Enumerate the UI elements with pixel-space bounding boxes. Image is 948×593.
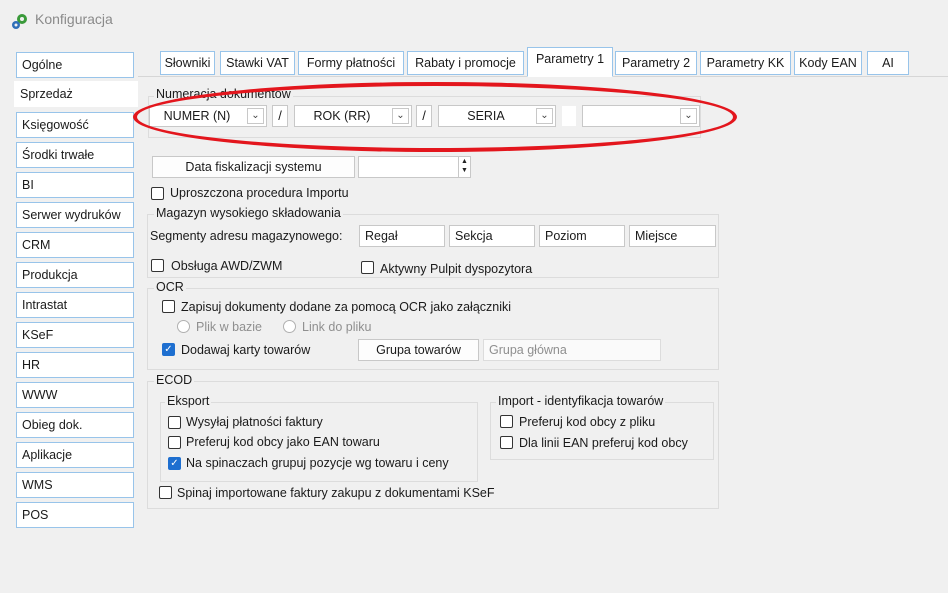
plik-w-bazie-label: Plik w bazie [196, 320, 262, 334]
uproszczona-checkbox[interactable] [151, 187, 164, 200]
sidebar-item-hr[interactable]: HR [16, 352, 134, 378]
tab-ai[interactable]: AI [867, 51, 909, 75]
segment-miejsce-input[interactable]: Miejsce [629, 225, 716, 247]
grupuj-pozycje-label: Na spinaczach grupuj pozycje wg towaru i… [186, 456, 449, 470]
sidebar-item-ogolne[interactable]: Ogólne [16, 52, 134, 78]
sidebar-item-wms[interactable]: WMS [16, 472, 134, 498]
tab-formy-platnosci[interactable]: Formy płatności [298, 51, 404, 75]
dla-linii-ean-checkbox[interactable] [500, 436, 513, 449]
awd-zwm-label: Obsługa AWD/ZWM [171, 259, 283, 273]
sidebar-item-sprzedaz[interactable]: Sprzedaż [14, 81, 138, 107]
segment-sekcja-input[interactable]: Sekcja [449, 225, 535, 247]
preferuj-kod-z-pliku-checkbox[interactable] [500, 415, 513, 428]
data-fiskalizacji-input[interactable]: ▲ ▼ [358, 156, 471, 178]
sidebar-item-obieg-dok[interactable]: Obieg dok. [16, 412, 134, 438]
title-bar: Konfiguracja [0, 0, 948, 40]
preferuj-kod-ean-checkbox[interactable] [168, 436, 181, 449]
dodawaj-karty-checkbox[interactable]: ✓ [162, 343, 175, 356]
sidebar-item-www[interactable]: WWW [16, 382, 134, 408]
import-group [490, 402, 714, 460]
tab-slowniki[interactable]: Słowniki [160, 51, 215, 75]
sidebar-item-bi[interactable]: BI [16, 172, 134, 198]
eksport-legend: Eksport [165, 394, 212, 408]
preferuj-kod-ean-label: Preferuj kod obcy jako EAN towaru [186, 435, 380, 449]
highlight-annotation [133, 82, 737, 152]
zapisuj-ocr-checkbox[interactable] [162, 300, 175, 313]
sidebar-item-crm[interactable]: CRM [16, 232, 134, 258]
wysylaj-platnosci-checkbox[interactable] [168, 416, 181, 429]
import-legend: Import - identyfikacja towarów [496, 394, 666, 408]
spinaj-faktury-checkbox[interactable] [159, 486, 172, 499]
preferuj-kod-z-pliku-label: Preferuj kod obcy z pliku [519, 415, 656, 429]
spinaj-faktury-label: Spinaj importowane faktury zakupu z doku… [177, 486, 495, 500]
segmenty-label: Segmenty adresu magazynowego: [150, 229, 343, 243]
zapisuj-ocr-label: Zapisuj dokumenty dodane za pomocą OCR j… [181, 300, 512, 314]
grupa-towarow-input[interactable]: Grupa główna [483, 339, 661, 361]
tab-stawki-vat[interactable]: Stawki VAT [220, 51, 295, 75]
dla-linii-ean-label: Dla linii EAN preferuj kod obcy [519, 436, 688, 450]
magazyn-legend: Magazyn wysokiego składowania [154, 206, 343, 220]
sidebar-item-serwer-wydrukow[interactable]: Serwer wydruków [16, 202, 134, 228]
pulpit-dyspozytora-label: Aktywny Pulpit dyspozytora [380, 262, 533, 276]
tab-parametry-2[interactable]: Parametry 2 [615, 51, 697, 75]
grupuj-pozycje-checkbox[interactable]: ✓ [168, 457, 181, 470]
sidebar-item-ksiegowosc[interactable]: Księgowość [16, 112, 134, 138]
wysylaj-platnosci-label: Wysyłaj płatności faktury [186, 415, 323, 429]
tab-rabaty-i-promocje[interactable]: Rabaty i promocje [407, 51, 524, 75]
link-do-pliku-radio[interactable] [283, 320, 296, 333]
grupa-towarow-button[interactable]: Grupa towarów [358, 339, 479, 361]
sidebar-item-aplikacje[interactable]: Aplikacje [16, 442, 134, 468]
window-title: Konfiguracja [35, 11, 113, 27]
awd-zwm-checkbox[interactable] [151, 259, 164, 272]
data-fiskalizacji-button[interactable]: Data fiskalizacji systemu [152, 156, 355, 178]
plik-w-bazie-radio[interactable] [177, 320, 190, 333]
sidebar-item-ksef[interactable]: KSeF [16, 322, 134, 348]
sidebar-item-intrastat[interactable]: Intrastat [16, 292, 134, 318]
tab-kody-ean[interactable]: Kody EAN [794, 51, 862, 75]
segment-regal-input[interactable]: Regał [359, 225, 445, 247]
dodawaj-karty-label: Dodawaj karty towarów [181, 343, 311, 357]
uproszczona-label: Uproszczona procedura Importu [170, 186, 349, 200]
segment-poziom-input[interactable]: Poziom [539, 225, 625, 247]
spin-updown-icon[interactable]: ▲ ▼ [458, 157, 470, 177]
sidebar-item-produkcja[interactable]: Produkcja [16, 262, 134, 288]
link-do-pliku-label: Link do pliku [302, 320, 372, 334]
sidebar-item-pos[interactable]: POS [16, 502, 134, 528]
ecod-legend: ECOD [154, 373, 195, 387]
sidebar-item-srodki-trwale[interactable]: Środki trwałe [16, 142, 134, 168]
gears-icon [12, 14, 27, 29]
pulpit-dyspozytora-checkbox[interactable] [361, 261, 374, 274]
tab-parametry-kk[interactable]: Parametry KK [700, 51, 791, 75]
ocr-legend: OCR [154, 280, 186, 294]
tab-parametry-1[interactable]: Parametry 1 [527, 47, 613, 77]
